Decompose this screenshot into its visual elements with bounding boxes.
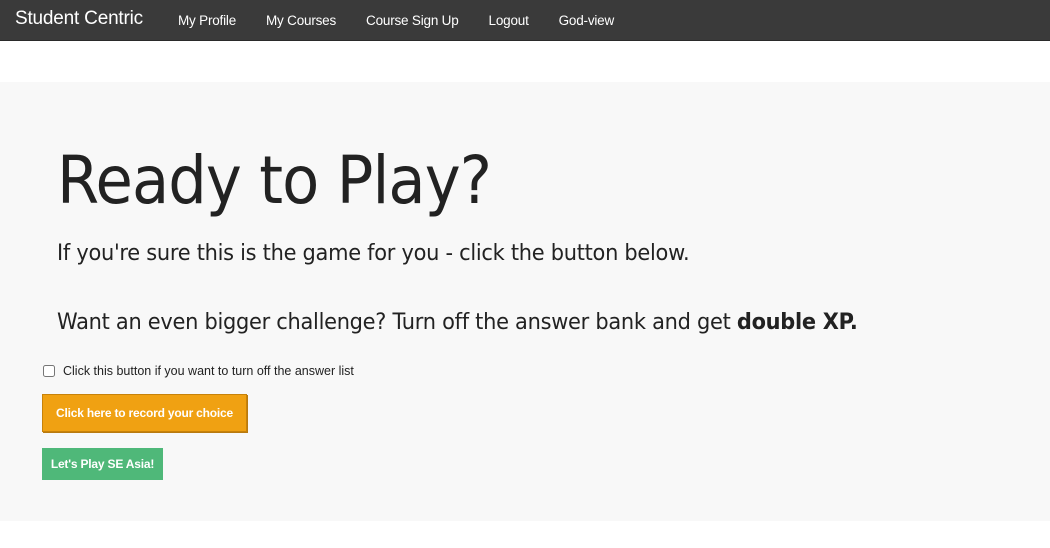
answer-list-checkbox[interactable] xyxy=(43,365,55,377)
nav-links: My Profile My Courses Course Sign Up Log… xyxy=(178,0,644,41)
nav-link-course-sign-up[interactable]: Course Sign Up xyxy=(366,13,459,28)
nav-link-my-profile[interactable]: My Profile xyxy=(178,13,236,28)
brand-link[interactable]: Student Centric xyxy=(15,8,143,30)
page-title: Ready to Play? xyxy=(57,142,492,219)
nav-link-god-view[interactable]: God-view xyxy=(559,13,615,28)
record-choice-button[interactable]: Click here to record your choice xyxy=(42,394,247,432)
answer-list-checkbox-label: Click this button if you want to turn of… xyxy=(63,364,354,378)
nav-link-my-courses[interactable]: My Courses xyxy=(266,13,336,28)
nav-link-logout[interactable]: Logout xyxy=(489,13,529,28)
lead-text-confirm: If you're sure this is the game for you … xyxy=(57,240,690,266)
double-xp-text: double XP. xyxy=(736,309,858,335)
top-navbar: Student Centric My Profile My Courses Co… xyxy=(0,0,1050,41)
challenge-text: Want an even bigger challenge? Turn off … xyxy=(57,309,737,335)
lead-text-challenge: Want an even bigger challenge? Turn off … xyxy=(57,309,858,335)
answer-list-toggle-row[interactable]: Click this button if you want to turn of… xyxy=(43,364,354,378)
play-game-button[interactable]: Let's Play SE Asia! xyxy=(42,448,163,480)
